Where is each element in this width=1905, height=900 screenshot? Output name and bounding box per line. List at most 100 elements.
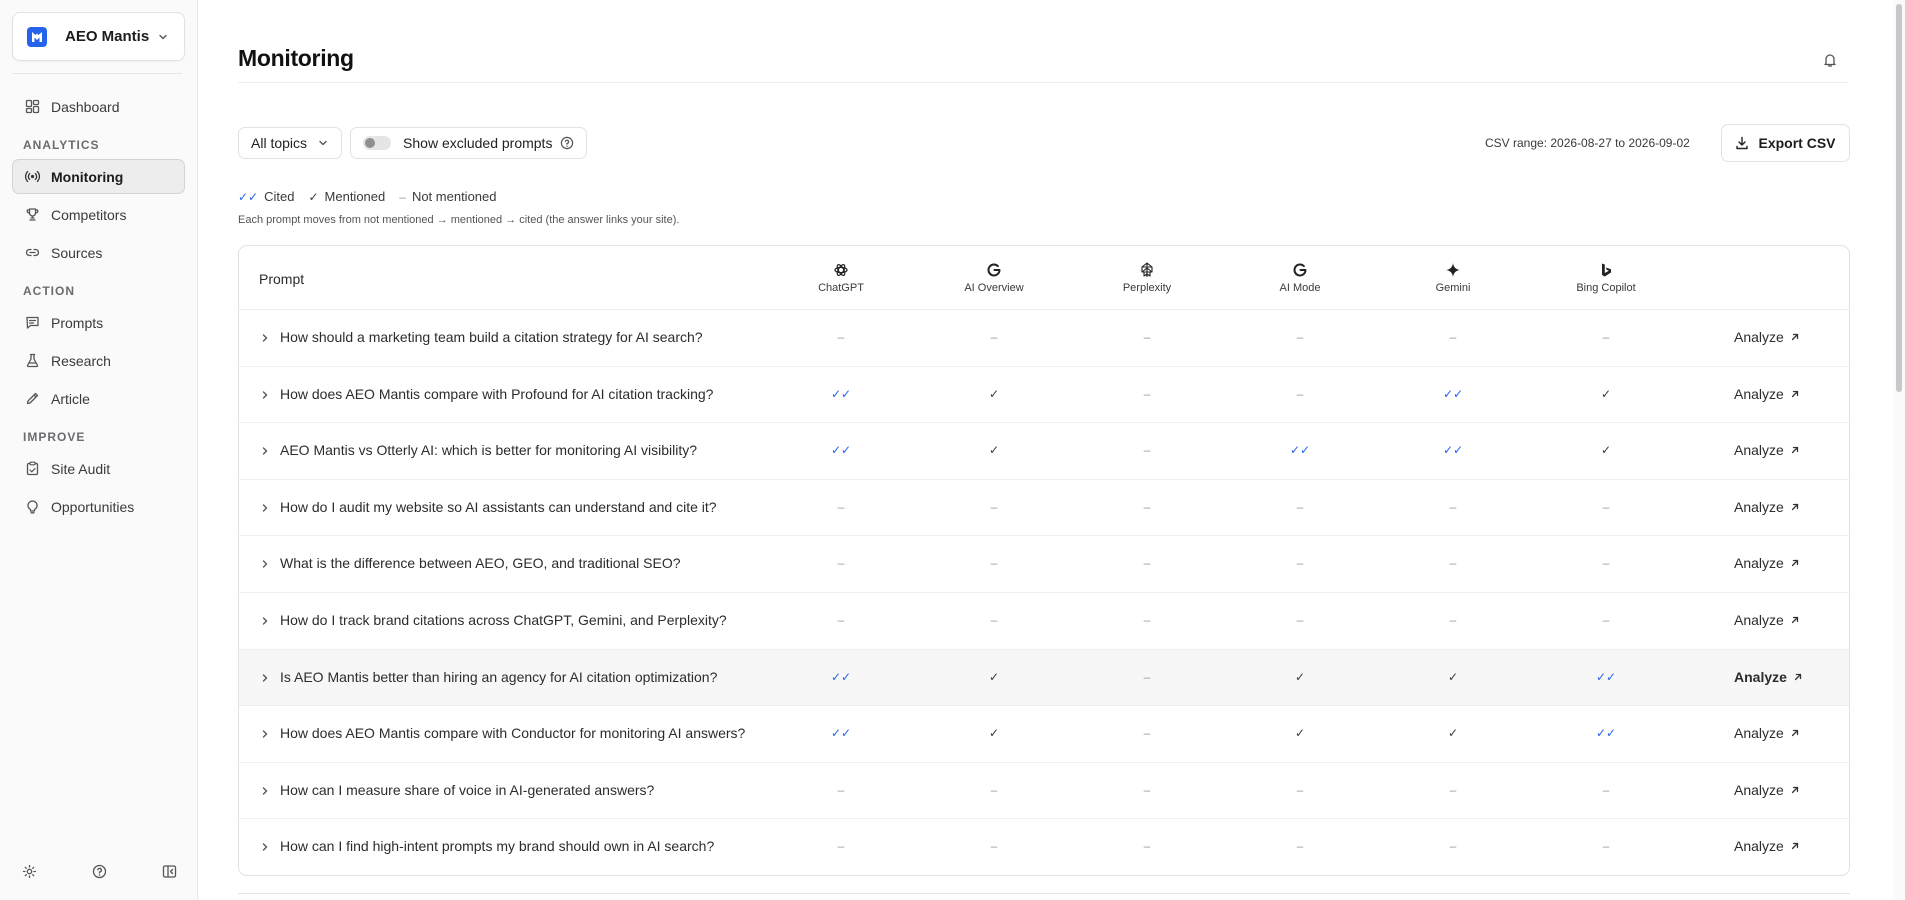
status-none: – (1296, 330, 1304, 344)
table-row[interactable]: Is AEO Mantis better than hiring an agen… (239, 649, 1849, 707)
topic-filter-value: All topics (251, 135, 308, 151)
sidebar-item-label: Article (51, 390, 90, 407)
chevron-right-icon[interactable] (259, 728, 271, 740)
status-none: – (1143, 669, 1151, 684)
table-header: Prompt ChatGPT AI Overview Perplexity AI… (239, 246, 1849, 310)
openai-icon (781, 260, 901, 280)
workspace-switcher[interactable]: AEO Mantis (12, 12, 185, 61)
status-none: – (990, 499, 998, 514)
sidebar-item-label: Monitoring (51, 168, 124, 185)
analyze-link[interactable]: Analyze (1734, 782, 1800, 798)
chevron-right-icon[interactable] (259, 332, 271, 344)
status-cited: ✓✓ (830, 386, 852, 401)
prompt-text: How should a marketing team build a cita… (280, 329, 703, 345)
table-row[interactable]: How can I find high-intent prompts my br… (239, 819, 1849, 875)
help-circle-icon[interactable] (560, 136, 574, 150)
sidebar-item-opportunities[interactable]: Opportunities (12, 489, 185, 524)
bell-icon[interactable] (1822, 52, 1840, 70)
dashboard-icon (24, 99, 40, 115)
column-header-prompt: Prompt (259, 271, 305, 287)
analyze-link[interactable]: Analyze (1734, 329, 1800, 345)
google-icon (934, 260, 1054, 280)
chevron-right-icon[interactable] (259, 389, 271, 401)
arrow-up-right-icon (1790, 558, 1800, 568)
scrollbar[interactable] (1893, 0, 1905, 900)
chevron-right-icon[interactable] (259, 672, 271, 684)
column-header-ai-overview: AI Overview (934, 260, 1054, 294)
analyze-link[interactable]: Analyze (1734, 838, 1800, 854)
analyze-label: Analyze (1734, 555, 1784, 572)
sidebar-item-sources[interactable]: Sources (12, 235, 185, 270)
workspace-logo-icon (27, 26, 47, 47)
google-icon (1240, 260, 1360, 280)
sidebar-footer (20, 862, 178, 880)
workspace-name: AEO Mantis (65, 28, 150, 45)
table-row[interactable]: How does AEO Mantis compare with Profoun… (239, 367, 1849, 424)
table-row[interactable]: What is the difference between AEO, GEO,… (239, 536, 1849, 593)
column-header-label: ChatGPT (818, 282, 864, 294)
status-none: – (1296, 782, 1304, 797)
status-mentioned: ✓ (988, 443, 1000, 458)
table-row[interactable]: How do I track brand citations across Ch… (239, 593, 1849, 650)
flask-icon (24, 353, 40, 369)
chevron-right-icon[interactable] (259, 558, 271, 570)
status-mentioned: ✓ (1600, 386, 1612, 401)
sidebar-item-label: Prompts (51, 314, 104, 331)
export-csv-label: Export CSV (1758, 135, 1836, 151)
scrollbar-thumb[interactable] (1896, 4, 1902, 392)
table-row[interactable]: How should a marketing team build a cita… (239, 310, 1849, 367)
status-none: – (1449, 782, 1457, 797)
show-excluded-toggle[interactable]: Show excluded prompts (350, 127, 588, 159)
sidebar-item-prompts[interactable]: Prompts (12, 305, 185, 340)
analyze-link[interactable]: Analyze (1734, 442, 1800, 458)
column-header-label: Perplexity (1122, 282, 1172, 294)
help-circle-icon[interactable] (90, 862, 108, 880)
status-none: – (990, 556, 998, 571)
sidebar-divider (12, 73, 182, 74)
status-none: – (1449, 499, 1457, 514)
topic-filter-select[interactable]: All topics (238, 127, 343, 159)
chevron-right-icon[interactable] (259, 445, 271, 457)
sidebar-collapse-icon[interactable] (160, 862, 178, 880)
bing-icon (1546, 260, 1666, 280)
table-row[interactable]: How do I audit my website so AI assistan… (239, 480, 1849, 537)
sidebar-item-label: Dashboard (51, 98, 120, 115)
chevron-down-icon (317, 137, 329, 149)
sidebar-item-label: Opportunities (51, 498, 135, 515)
column-header-chatgpt: ChatGPT (781, 260, 901, 294)
chevron-right-icon[interactable] (259, 841, 271, 853)
table-row[interactable]: How can I measure share of voice in AI-g… (239, 763, 1849, 820)
status-cited: ✓✓ (830, 443, 852, 458)
gear-icon[interactable] (20, 862, 38, 880)
status-none: – (1143, 443, 1151, 458)
analyze-link[interactable]: Analyze (1734, 612, 1800, 628)
analyze-link[interactable]: Analyze (1734, 499, 1800, 515)
chevron-right-icon[interactable] (259, 785, 271, 797)
status-none: – (1143, 612, 1151, 627)
table-row[interactable]: How does AEO Mantis compare with Conduct… (239, 706, 1849, 763)
sidebar-item-monitoring[interactable]: Monitoring (12, 159, 185, 194)
table-row[interactable]: AEO Mantis vs Otterly AI: which is bette… (239, 423, 1849, 480)
status-none: – (1296, 839, 1304, 854)
sidebar-nav: Dashboard ANALYTICS Monitoring Competito… (12, 89, 185, 527)
sidebar-item-dashboard[interactable]: Dashboard (12, 89, 185, 124)
sidebar-item-article[interactable]: Article (12, 381, 185, 416)
chevron-right-icon[interactable] (259, 615, 271, 627)
status-none: – (990, 839, 998, 854)
status-none: – (1602, 556, 1610, 571)
sidebar-item-competitors[interactable]: Competitors (12, 197, 185, 232)
status-none: – (1296, 386, 1304, 401)
status-none: – (1449, 839, 1457, 854)
export-csv-button[interactable]: Export CSV (1721, 124, 1850, 162)
analyze-link[interactable]: Analyze (1734, 669, 1803, 685)
legend-mentioned: ✓ Mentioned (308, 189, 385, 204)
analyze-link[interactable]: Analyze (1734, 555, 1800, 571)
analyze-link[interactable]: Analyze (1734, 725, 1800, 741)
sidebar-item-site-audit[interactable]: Site Audit (12, 451, 185, 486)
status-none: – (1602, 499, 1610, 514)
arrow-up-right-icon (1790, 785, 1800, 795)
analyze-link[interactable]: Analyze (1734, 386, 1800, 402)
sidebar-item-research[interactable]: Research (12, 343, 185, 378)
toggle-switch[interactable] (363, 136, 392, 150)
chevron-right-icon[interactable] (259, 502, 271, 514)
